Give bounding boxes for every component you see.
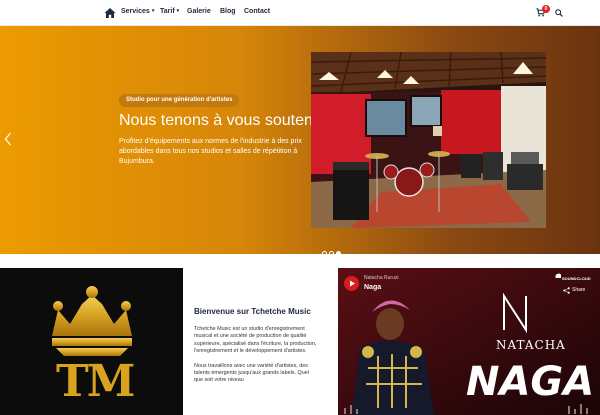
chevron-left-icon[interactable] — [4, 132, 12, 146]
share-icon[interactable] — [563, 287, 570, 294]
youtube-logo-icon — [344, 276, 359, 291]
nav-item-label: Services — [121, 8, 150, 15]
logo-monogram: TM — [56, 356, 135, 407]
nav-item-tarif[interactable]: Tarif ▾ — [160, 8, 179, 15]
welcome-paragraph: Nous travaillons avec une variété d'arti… — [194, 362, 309, 384]
cover-song-title: NAGA — [466, 359, 595, 405]
nav-item-blog[interactable]: Blog — [220, 8, 236, 15]
video-embed[interactable]: Natacha Ruruzi Naga SOUNDCLOUD Share NAT… — [338, 268, 600, 415]
slider-dot-3[interactable] — [336, 251, 341, 256]
welcome-paragraph: Tchetche Music est un studio d'enregistr… — [194, 326, 317, 355]
nav-item-services[interactable]: Services ▾ — [121, 8, 154, 15]
slider-pagination — [322, 243, 343, 261]
chevron-down-icon: ▾ — [151, 8, 155, 14]
soundcloud-label[interactable]: SOUNDCLOUD — [562, 276, 591, 281]
share-button[interactable]: Share — [572, 287, 585, 293]
chevron-down-icon: ▾ — [176, 8, 180, 14]
search-icon[interactable] — [555, 9, 563, 17]
welcome-body: Tchetche Music est un studio d'enregistr… — [194, 326, 318, 392]
hero-title: Nous tenons à vous soutenir — [119, 112, 322, 129]
nav-item-label: Galerie — [187, 8, 211, 15]
tchetche-music-logo: TM — [0, 268, 183, 415]
studio-photo — [311, 52, 546, 228]
nav-item-galerie[interactable]: Galerie — [187, 8, 211, 15]
hero-description: Profitez d'équipements aux normes de l'i… — [119, 138, 302, 165]
nav-item-label: Tarif — [160, 8, 175, 15]
cover-artist-name: NATACHA — [496, 338, 566, 352]
slider-dot-2[interactable] — [329, 251, 334, 256]
hero-slider: Studio pour une génération d'artistes No… — [0, 26, 600, 256]
welcome-heading: Bienvenue sur Tchetche Music — [194, 307, 311, 316]
slider-dot-1[interactable] — [322, 251, 327, 256]
cart-count-badge: 0 — [542, 5, 550, 13]
nav-item-label: Contact — [244, 8, 271, 15]
soundcloud-icon — [555, 273, 561, 278]
nav-item-contact[interactable]: Contact — [244, 8, 270, 15]
nav-item-label: Blog — [220, 8, 236, 15]
top-navigation: Services ▾ Tarif ▾ Galerie Blog Contact 0 — [0, 0, 600, 26]
video-title[interactable]: Naga — [364, 284, 381, 291]
home-icon[interactable] — [104, 7, 116, 19]
video-channel-name[interactable]: Natacha Ruruzi — [364, 275, 398, 281]
hero-tagline-badge: Studio pour une génération d'artistes — [119, 94, 240, 107]
